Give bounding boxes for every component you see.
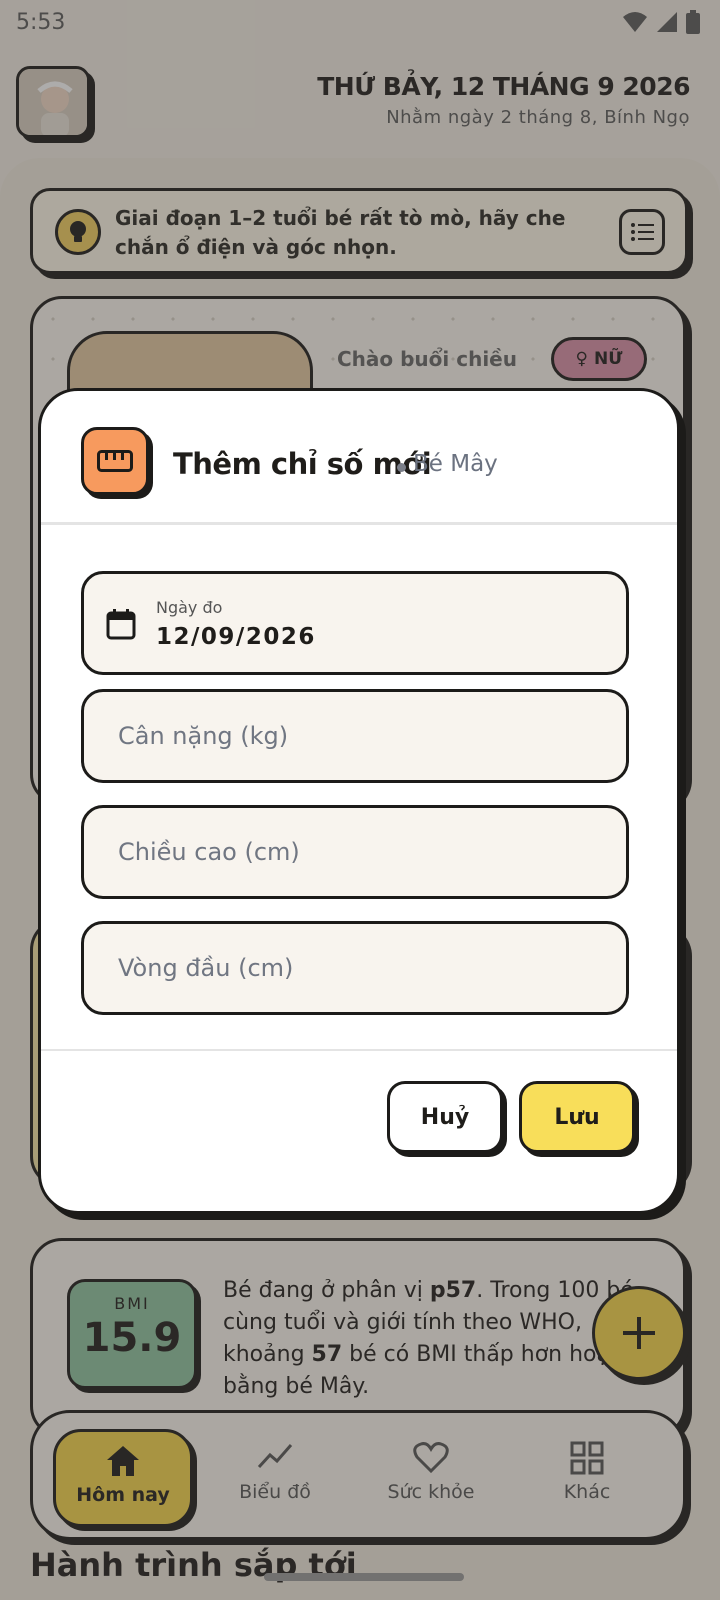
date-value: 12/09/2026 (156, 624, 316, 650)
separator-dot (397, 463, 406, 472)
dialog-subtitle: Bé Mây (413, 451, 498, 477)
height-field[interactable] (81, 805, 629, 899)
save-button[interactable]: Lưu (519, 1081, 635, 1153)
date-label: Ngày đo (156, 598, 223, 617)
head-circumference-input[interactable] (84, 924, 626, 1012)
add-measurement-dialog: Thêm chỉ số mới Bé Mây Ngày đo 12/09/202… (38, 388, 680, 1214)
ruler-icon (81, 427, 149, 495)
weight-field[interactable] (81, 689, 629, 783)
footer-divider (41, 1049, 677, 1051)
cancel-button[interactable]: Huỷ (387, 1081, 503, 1153)
weight-input[interactable] (84, 692, 626, 780)
dialog-title: Thêm chỉ số mới (173, 447, 432, 481)
date-field[interactable]: Ngày đo 12/09/2026 (81, 571, 629, 675)
calendar-icon (106, 609, 136, 640)
height-input[interactable] (84, 808, 626, 896)
dialog-header: Thêm chỉ số mới Bé Mây (41, 391, 677, 525)
head-circumference-field[interactable] (81, 921, 629, 1015)
